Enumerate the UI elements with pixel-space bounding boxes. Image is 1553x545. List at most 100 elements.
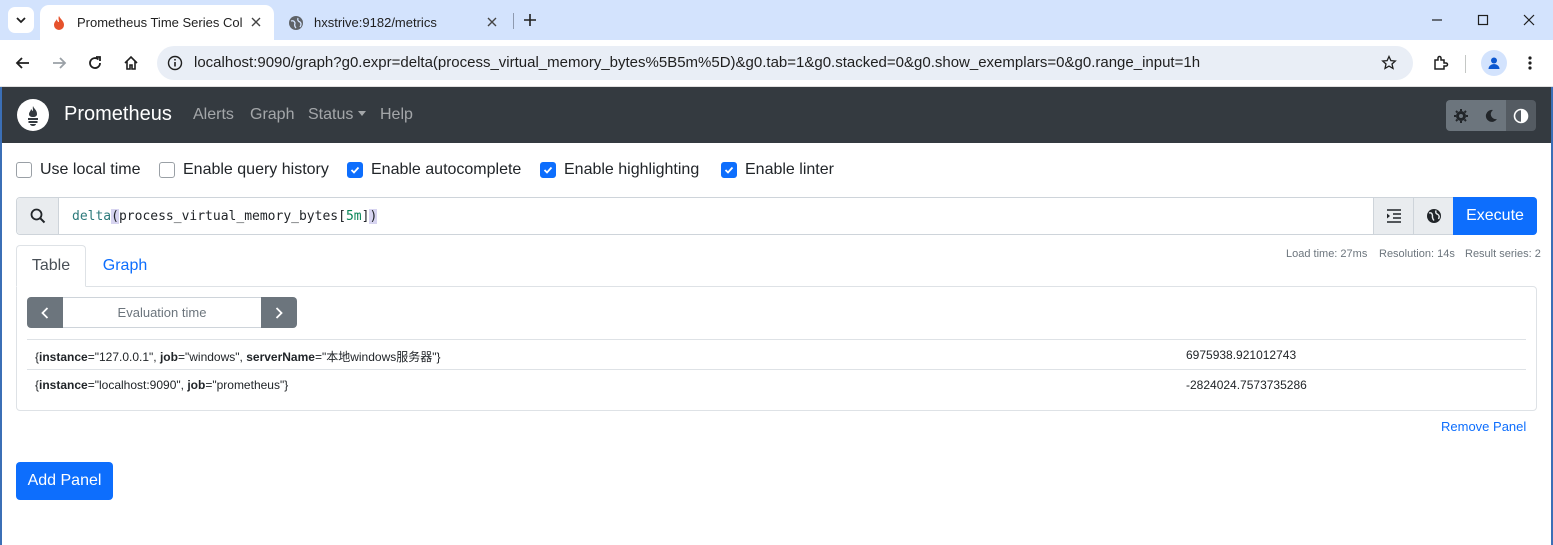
- back-button[interactable]: [11, 51, 35, 75]
- series-value: 6975938.921012743: [1186, 348, 1297, 362]
- nav-status[interactable]: Status: [308, 106, 367, 124]
- query-duration: 5m: [345, 208, 362, 224]
- close-icon: [1523, 14, 1535, 26]
- maximize-button[interactable]: [1471, 8, 1495, 32]
- series-labels: {instance="127.0.0.1", job="windows", se…: [35, 350, 441, 364]
- profile-button[interactable]: [1481, 50, 1507, 76]
- kebab-menu-icon: [1528, 56, 1532, 70]
- reload-icon: [89, 56, 101, 69]
- stat-load-time: Load time: 27ms: [1286, 248, 1368, 260]
- window-frame-left: [0, 87, 2, 545]
- series-value: -2824024.7573735286: [1186, 378, 1307, 392]
- tab-table[interactable]: Table: [16, 245, 86, 287]
- option-enable-query-history[interactable]: Enable query history: [159, 160, 329, 180]
- gear-icon: [1454, 108, 1468, 123]
- label-key: job: [159, 350, 178, 364]
- tab-graph[interactable]: Graph: [88, 245, 162, 287]
- query-expression-input[interactable]: delta(process_virtual_memory_bytes[5m]): [59, 198, 1373, 234]
- checkbox-checked[interactable]: [721, 162, 737, 178]
- site-info-icon[interactable]: [165, 53, 185, 73]
- minimize-button[interactable]: [1425, 8, 1449, 32]
- query-function: delta: [72, 208, 112, 224]
- table-row: {instance="localhost:9090", job="prometh…: [27, 369, 1526, 399]
- remove-panel-link[interactable]: Remove Panel: [1441, 419, 1526, 434]
- reload-button[interactable]: [83, 51, 107, 75]
- puzzle-icon: [1434, 55, 1449, 70]
- close-window-button[interactable]: [1517, 8, 1541, 32]
- option-enable-highlighting[interactable]: Enable highlighting: [540, 160, 699, 180]
- nav-help[interactable]: Help: [380, 106, 413, 124]
- brand-name[interactable]: Prometheus: [64, 103, 172, 126]
- extensions-button[interactable]: [1429, 51, 1453, 75]
- nav-graph[interactable]: Graph: [250, 106, 294, 124]
- chevron-down-icon: [16, 17, 26, 24]
- prometheus-logo-icon[interactable]: [17, 99, 49, 131]
- label-value: windows: [189, 350, 236, 364]
- table-row: {instance="127.0.0.1", job="windows", se…: [27, 339, 1526, 369]
- series-labels: {instance="localhost:9090", job="prometh…: [35, 378, 289, 392]
- toolbar-divider: [1465, 55, 1466, 73]
- checkmark-icon: [543, 166, 553, 174]
- query-bracket-close: ]: [361, 208, 370, 224]
- address-bar[interactable]: localhost:9090/graph?g0.expr=delta(proce…: [157, 46, 1413, 80]
- evaluation-time-control: Evaluation time: [27, 297, 297, 328]
- forward-button[interactable]: [47, 51, 71, 75]
- option-enable-linter[interactable]: Enable linter: [721, 160, 834, 180]
- home-button[interactable]: [119, 51, 143, 75]
- query-paren-close: ): [369, 208, 378, 224]
- menu-button[interactable]: [1518, 51, 1542, 75]
- arrow-left-icon: [15, 57, 29, 69]
- stat-result-series: Result series: 2: [1465, 248, 1541, 260]
- plus-icon: [524, 14, 536, 26]
- label-value: prometheus: [216, 378, 280, 392]
- eval-time-forward-button[interactable]: [261, 297, 297, 328]
- user-avatar-icon: [1488, 57, 1500, 69]
- theme-light-button[interactable]: [1446, 100, 1476, 131]
- query-paren-open: (: [111, 208, 119, 224]
- close-icon[interactable]: [484, 14, 500, 30]
- format-query-button[interactable]: [1373, 198, 1413, 234]
- browser-tab-title: hxstrive:9182/metrics: [314, 15, 437, 30]
- globe-icon: [288, 15, 304, 31]
- add-panel-button[interactable]: Add Panel: [16, 462, 113, 500]
- eval-time-back-button[interactable]: [27, 297, 63, 328]
- flame-icon: [51, 15, 67, 31]
- theme-dark-button[interactable]: [1476, 100, 1506, 131]
- option-label: Enable autocomplete: [371, 161, 522, 178]
- bookmark-star-icon[interactable]: [1379, 53, 1399, 73]
- label-key: instance: [39, 350, 88, 364]
- theme-auto-button[interactable]: [1506, 100, 1536, 131]
- label-key: job: [187, 378, 206, 392]
- nav-alerts[interactable]: Alerts: [193, 106, 234, 124]
- label-key: instance: [39, 378, 88, 392]
- checkmark-icon: [724, 166, 734, 174]
- label-value: localhost:9090: [98, 378, 177, 392]
- address-url: localhost:9090/graph?g0.expr=delta(proce…: [194, 54, 1201, 71]
- checkbox-checked[interactable]: [540, 162, 556, 178]
- indent-icon: [1386, 209, 1401, 223]
- checkbox-unchecked[interactable]: [159, 162, 175, 178]
- close-icon[interactable]: [248, 14, 264, 30]
- browser-tab-prometheus[interactable]: Prometheus Time Series Colle: [40, 5, 274, 40]
- caret-down-icon: [358, 111, 367, 116]
- label-value: 127.0.0.1: [98, 350, 150, 364]
- metrics-explorer-button[interactable]: [1413, 198, 1453, 234]
- theme-switcher: [1446, 100, 1536, 131]
- checkbox-unchecked[interactable]: [16, 162, 32, 178]
- browser-toolbar: localhost:9090/graph?g0.expr=delta(proce…: [0, 40, 1553, 87]
- evaluation-time-input[interactable]: Evaluation time: [63, 297, 261, 328]
- search-icon: [17, 198, 59, 234]
- tab-search-button[interactable]: [8, 7, 34, 33]
- option-use-local-time[interactable]: Use local time: [16, 160, 140, 180]
- option-label: Enable query history: [183, 161, 329, 178]
- browser-tab-metrics[interactable]: hxstrive:9182/metrics: [278, 5, 510, 40]
- new-tab-button[interactable]: [520, 10, 540, 30]
- nav-status-label: Status: [308, 106, 354, 123]
- maximize-icon: [1477, 14, 1489, 26]
- chevron-right-icon: [275, 306, 283, 319]
- checkbox-checked[interactable]: [347, 162, 363, 178]
- arrow-right-icon: [53, 57, 67, 69]
- execute-button[interactable]: Execute: [1453, 197, 1537, 235]
- checkmark-icon: [350, 166, 360, 174]
- option-enable-autocomplete[interactable]: Enable autocomplete: [347, 160, 521, 180]
